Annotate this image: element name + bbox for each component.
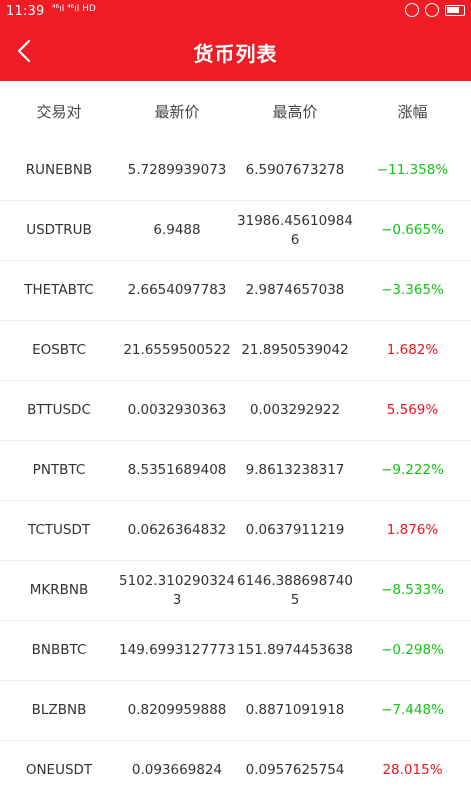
change-cell: −3.365% xyxy=(381,282,444,298)
pair-cell: BTTUSDC xyxy=(27,402,91,418)
high-price-cell: 6.5907673278 xyxy=(245,162,345,178)
change-cell: −7.448% xyxy=(381,702,444,718)
high-price-cell: 9.8613238317 xyxy=(245,462,345,478)
last-price-cell: 5102.3102903243 xyxy=(119,572,235,608)
high-price-cell: 0.8871091918 xyxy=(245,702,345,718)
status-time: 11:39 xyxy=(6,4,45,19)
table-row[interactable]: PNTBTC 8.5351689408 9.8613238317 −9.222% xyxy=(0,441,471,501)
signal-icon: ⁴⁶ıl ⁴⁶ıl HD xyxy=(52,4,96,14)
pair-cell: TCTUSDT xyxy=(27,522,91,538)
last-price-cell: 6.9488 xyxy=(153,222,201,238)
change-cell: 1.876% xyxy=(386,522,439,538)
table-row[interactable]: MKRBNB 5102.3102903243 6146.3886987405 −8.5… xyxy=(0,561,471,621)
last-price-cell: 149.6993127773 xyxy=(119,642,235,658)
table-row[interactable]: RUNEBNB 5.7289939073 6.5907673278 −11.358% xyxy=(0,141,471,201)
change-cell: −0.665% xyxy=(381,222,444,238)
pair-cell: PNTBTC xyxy=(32,462,86,478)
high-price-cell: 151.8974453638 xyxy=(237,642,353,658)
last-price-cell: 21.6559500522 xyxy=(123,342,231,358)
pair-cell: EOSBTC xyxy=(32,342,86,358)
change-cell: −8.533% xyxy=(381,582,444,598)
last-price-cell: 0.0032930363 xyxy=(127,402,227,418)
pair-cell: BLZBNB xyxy=(31,702,87,718)
table-row[interactable]: TCTUSDT 0.0626364832 0.0637911219 1.876% xyxy=(0,501,471,561)
last-price-cell: 0.0626364832 xyxy=(127,522,227,538)
column-header-high-price[interactable]: 最高价 xyxy=(236,101,354,122)
change-cell: −11.358% xyxy=(376,162,449,178)
last-price-cell: 5.7289939073 xyxy=(127,162,227,178)
table-row[interactable]: THETABTC 2.6654097783 2.9874657038 −3.365% xyxy=(0,261,471,321)
change-cell: −9.222% xyxy=(381,462,444,478)
table-row[interactable]: BLZBNB 0.8209959888 0.8871091918 −7.448% xyxy=(0,681,471,741)
column-header-last-price[interactable]: 最新价 xyxy=(118,101,236,122)
pair-cell: USDTRUB xyxy=(26,222,92,238)
last-price-cell: 8.5351689408 xyxy=(127,462,227,478)
high-price-cell: 21.8950539042 xyxy=(241,342,349,358)
status-bar: 11:39 ⁴⁶ıl ⁴⁶ıl HD xyxy=(0,0,471,24)
coin-list: RUNEBNB 5.7289939073 6.5907673278 −11.358% U… xyxy=(0,141,471,791)
last-price-cell: 2.6654097783 xyxy=(127,282,227,298)
column-header-pair[interactable]: 交易对 xyxy=(0,101,118,122)
pair-cell: MKRBNB xyxy=(29,582,89,598)
table-row[interactable]: USDTRUB 6.9488 31986.456109846 −0.665% xyxy=(0,201,471,261)
high-price-cell: 6146.3886987405 xyxy=(237,572,353,608)
status-right-icons xyxy=(405,3,465,17)
last-price-cell: 0.093669824 xyxy=(131,762,223,778)
high-price-cell: 0.0957625754 xyxy=(245,762,345,778)
high-price-cell: 31986.456109846 xyxy=(237,212,353,248)
table-row[interactable]: ONEUSDT 0.093669824 0.0957625754 28.015% xyxy=(0,741,471,791)
last-price-cell: 0.8209959888 xyxy=(127,702,227,718)
pair-cell: BNBBTC xyxy=(31,642,87,658)
table-row[interactable]: EOSBTC 21.6559500522 21.8950539042 1.682% xyxy=(0,321,471,381)
high-price-cell: 0.0637911219 xyxy=(245,522,345,538)
table-header: 交易对 最新价 最高价 涨幅 xyxy=(0,81,471,141)
table-row[interactable]: BTTUSDC 0.0032930363 0.003292922 5.569% xyxy=(0,381,471,441)
pair-cell: ONEUSDT xyxy=(25,762,93,778)
column-header-change[interactable]: 涨幅 xyxy=(354,101,471,122)
page-title: 货币列表 xyxy=(193,42,278,66)
table-row[interactable]: BNBBTC 149.6993127773 151.8974453638 −0.298… xyxy=(0,621,471,681)
pair-cell: THETABTC xyxy=(24,282,94,298)
lock-icon xyxy=(425,3,439,17)
change-cell: 28.015% xyxy=(382,762,443,778)
title-bar: 货币列表 xyxy=(0,24,471,81)
change-cell: 1.682% xyxy=(386,342,439,358)
battery-icon xyxy=(445,4,465,16)
pair-cell: RUNEBNB xyxy=(25,162,93,178)
high-price-cell: 2.9874657038 xyxy=(245,282,345,298)
high-price-cell: 0.003292922 xyxy=(249,402,341,418)
change-cell: −0.298% xyxy=(381,642,444,658)
vibrate-icon xyxy=(405,3,419,17)
change-cell: 5.569% xyxy=(386,402,439,418)
